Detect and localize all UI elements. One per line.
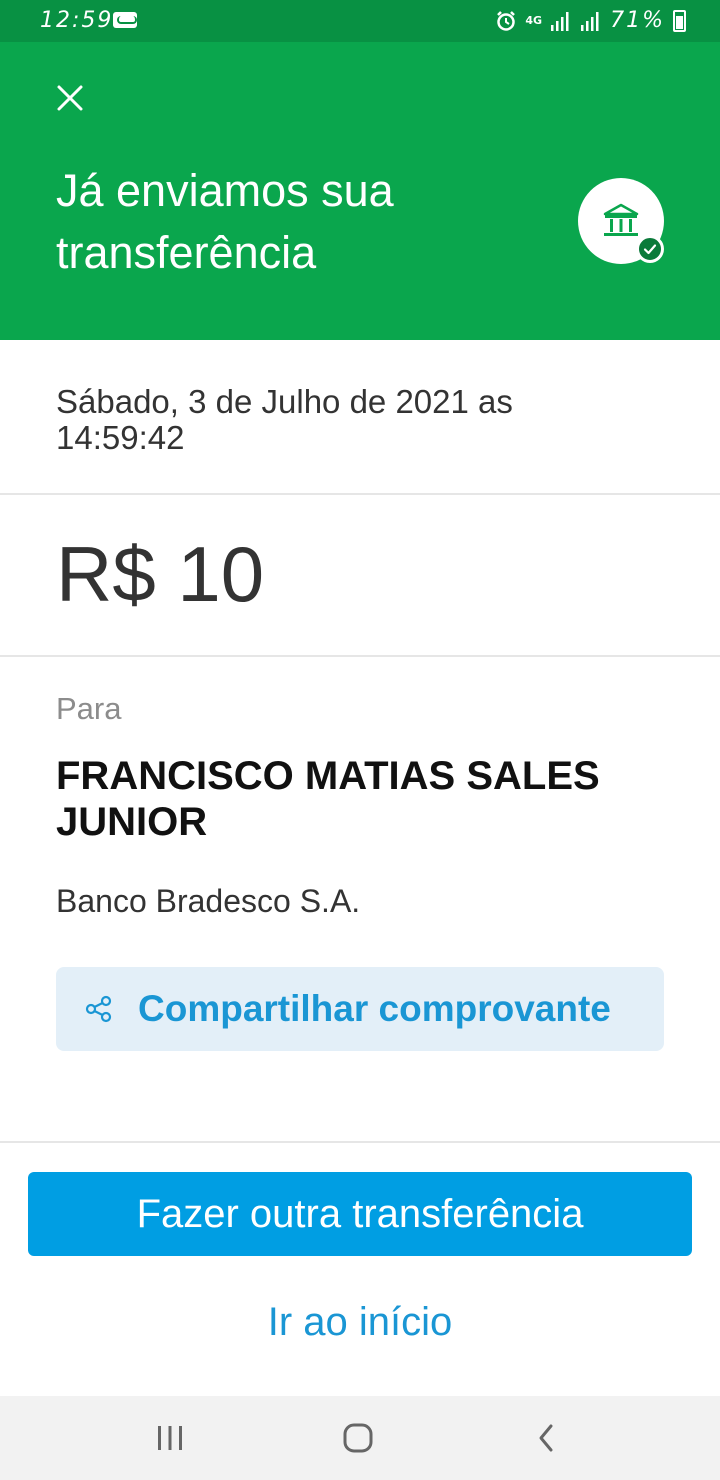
page-title: Já enviamos sua transferência xyxy=(56,165,394,278)
new-transfer-button[interactable]: Fazer outra transferência xyxy=(28,1172,692,1256)
home-button[interactable] xyxy=(334,1414,382,1462)
recent-apps-icon xyxy=(158,1426,182,1450)
recipient-section: Para FRANCISCO MATIAS SALES JUNIOR Banco… xyxy=(0,657,720,1143)
bank-icon xyxy=(603,203,639,236)
success-header: Já enviamos sua transferência xyxy=(0,42,720,340)
transfer-datetime: Sábado, 3 de Julho de 2021 as 14:59:42 xyxy=(56,383,513,456)
status-bar: 12:59 4G 71% xyxy=(0,0,720,42)
signal-icon-2 xyxy=(581,11,599,31)
recipient-name: FRANCISCO MATIAS SALES JUNIOR xyxy=(56,754,600,844)
amount-section: R$ 10 xyxy=(0,495,720,657)
date-section: Sábado, 3 de Julho de 2021 as 14:59:42 xyxy=(0,340,720,495)
back-icon xyxy=(539,1424,553,1452)
share-receipt-button[interactable]: Compartilhar comprovante xyxy=(56,967,664,1051)
signal-icon xyxy=(551,11,569,31)
home-icon xyxy=(343,1423,373,1453)
battery-percent: 71% xyxy=(610,8,665,33)
go-home-link[interactable]: Ir ao início xyxy=(0,1300,720,1345)
recipient-label: Para xyxy=(56,691,122,726)
close-icon xyxy=(57,85,83,111)
alarm-icon xyxy=(497,10,516,31)
status-time: 12:59 xyxy=(40,8,114,33)
back-button[interactable] xyxy=(522,1414,570,1462)
check-badge xyxy=(636,235,664,263)
close-button[interactable] xyxy=(50,78,90,118)
share-icon xyxy=(85,995,112,1023)
recipient-bank: Banco Bradesco S.A. xyxy=(56,883,361,919)
recent-apps-button[interactable] xyxy=(146,1414,194,1462)
share-receipt-label: Compartilhar comprovante xyxy=(138,988,611,1029)
network-type: 4G xyxy=(525,13,543,27)
transfer-amount: R$ 10 xyxy=(56,530,265,618)
battery-icon xyxy=(673,9,686,32)
voicemail-icon xyxy=(113,12,137,28)
system-nav-bar xyxy=(0,1396,720,1480)
status-indicators: 4G 71% xyxy=(495,8,686,33)
check-icon xyxy=(643,244,657,255)
